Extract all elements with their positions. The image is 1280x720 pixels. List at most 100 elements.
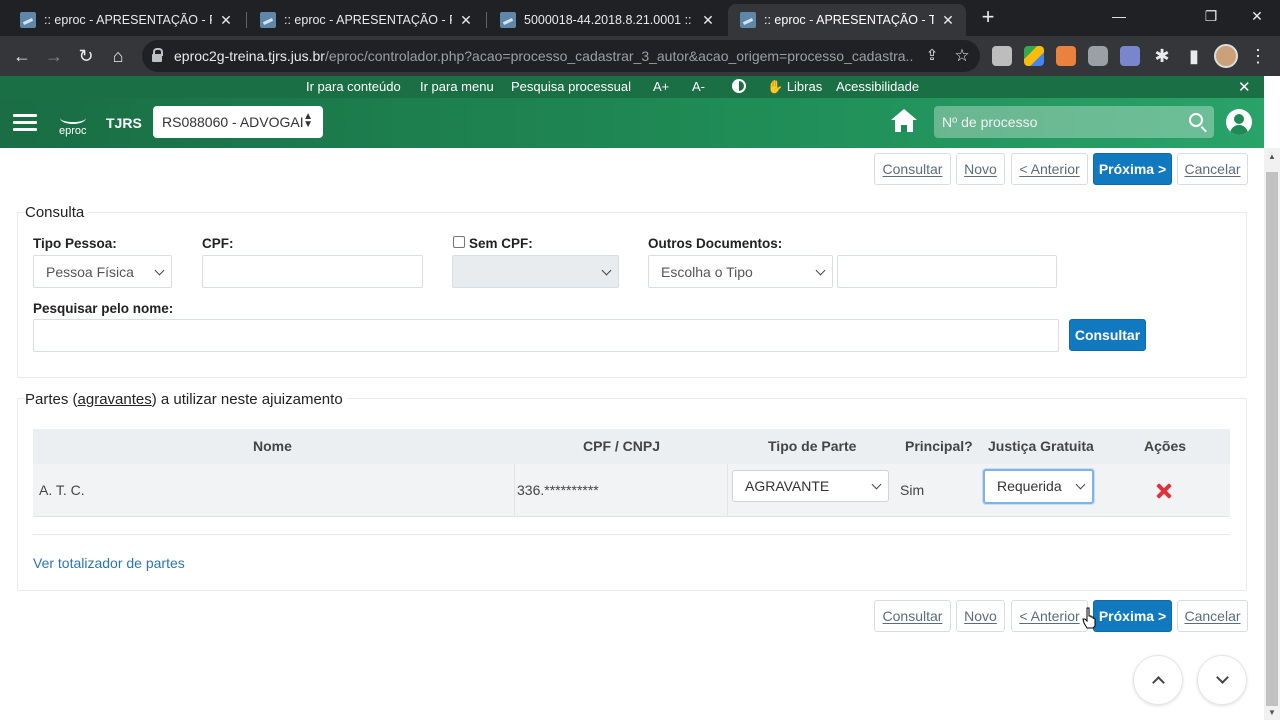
url-path: /eproc/controlador.php?acao=processo_cad…	[324, 48, 914, 64]
lock-icon	[152, 48, 163, 62]
outros-documentos-input[interactable]	[837, 255, 1057, 288]
link-acessibilidade[interactable]: Acessibilidade	[836, 79, 919, 94]
tipo-parte-select[interactable]: AGRAVANTE	[732, 470, 889, 502]
scroll-bottom-button[interactable]	[1197, 655, 1247, 705]
libras-link[interactable]: ✋ Libras	[767, 79, 822, 95]
eproc-logo: eproc	[56, 106, 90, 140]
justica-gratuita-value: Requerida	[997, 478, 1062, 494]
extension-4-icon[interactable]	[1088, 46, 1108, 66]
browser-tab-title: :: eproc - APRESENTAÇÃO - RS - |	[44, 13, 212, 27]
eproc-favicon-icon	[20, 12, 36, 28]
partes-table-header: Nome CPF / CNPJ Tipo de Parte Principal?…	[33, 429, 1230, 464]
agravantes-link[interactable]: agravantes	[78, 391, 152, 408]
justica-gratuita-select[interactable]: Requerida	[983, 469, 1094, 504]
cancelar-button-top[interactable]: Cancelar	[1177, 153, 1248, 185]
outros-documentos-select[interactable]: Escolha o Tipo	[648, 255, 833, 288]
tipo-pessoa-select[interactable]: Pessoa Física	[33, 255, 172, 288]
chevron-down-icon	[871, 479, 882, 490]
share-icon[interactable]: ⇪	[920, 44, 944, 68]
org-name: TJRS	[106, 115, 142, 131]
sem-cpf-label: Sem CPF:	[469, 236, 533, 251]
close-tab-icon[interactable]: ✕	[458, 12, 474, 29]
tab-divider	[246, 12, 247, 28]
tipo-pessoa-label: Tipo Pessoa:	[33, 236, 117, 251]
browser-tab-4-active[interactable]: :: eproc - APRESENTAÇÃO - TJRS ✕	[728, 4, 966, 36]
browser-menu-icon[interactable]: ⋮	[1246, 44, 1270, 68]
search-icon[interactable]	[1189, 113, 1203, 127]
link-ir-para-menu[interactable]: Ir para menu	[420, 79, 494, 94]
role-select-value: RS088060 - ADVOGAI	[162, 114, 304, 130]
browser-tab-title: 5000018-44.2018.8.21.0001 :: epr	[524, 13, 694, 27]
scroll-up-arrow-icon[interactable]: ▲	[1267, 152, 1277, 162]
sem-cpf-checkbox[interactable]	[453, 236, 465, 248]
proxima-button-bottom[interactable]: Próxima >	[1093, 600, 1172, 632]
proxima-button-top[interactable]: Próxima >	[1093, 153, 1172, 185]
hamburger-menu-icon[interactable]	[13, 114, 37, 132]
extension-3-icon[interactable]	[1056, 46, 1076, 66]
browser-tab-title: :: eproc - APRESENTAÇÃO - RS - |	[284, 13, 452, 27]
close-tab-icon[interactable]: ✕	[218, 12, 234, 29]
restore-window-button[interactable]: ❐	[1188, 4, 1234, 28]
anterior-button-bottom[interactable]: < Anterior	[1011, 600, 1088, 632]
cpf-input[interactable]	[202, 255, 423, 288]
consultar-nome-button[interactable]: Consultar	[1069, 319, 1146, 351]
extension-1-icon[interactable]	[992, 46, 1012, 66]
url-text[interactable]: eproc2g-treina.tjrs.jus.br/eproc/control…	[174, 48, 914, 64]
home-browser-icon[interactable]: ⌂	[106, 44, 130, 68]
increase-font-button[interactable]: A+	[653, 79, 669, 94]
browser-profile-avatar[interactable]	[1214, 44, 1238, 68]
home-icon[interactable]	[891, 109, 917, 133]
browser-tab-3[interactable]: 5000018-44.2018.8.21.0001 :: epr ✕	[488, 4, 726, 36]
minimize-window-button[interactable]: —	[1096, 4, 1142, 28]
role-select[interactable]: RS088060 - ADVOGAI ▲ ▼	[153, 106, 323, 138]
consultar-button-top[interactable]: Consultar	[874, 153, 951, 185]
close-accessibility-bar-icon[interactable]: ✕	[1238, 78, 1251, 96]
link-ir-para-conteudo[interactable]: Ir para conteúdo	[306, 79, 401, 94]
user-account-icon[interactable]	[1226, 109, 1252, 135]
scrollbar-thumb[interactable]	[1266, 172, 1278, 706]
browser-tab-title: :: eproc - APRESENTAÇÃO - TJRS	[764, 13, 934, 27]
anterior-button-top[interactable]: < Anterior	[1011, 153, 1088, 185]
delete-parte-icon[interactable]	[1155, 482, 1173, 500]
scroll-down-arrow-icon[interactable]: ▼	[1267, 708, 1277, 718]
reload-icon[interactable]: ↻	[74, 44, 98, 68]
link-pesquisa-processual[interactable]: Pesquisa processual	[511, 79, 631, 94]
sem-cpf-select[interactable]	[452, 255, 619, 288]
novo-button-bottom[interactable]: Novo	[956, 600, 1005, 632]
outros-documentos-label: Outros Documentos:	[648, 236, 783, 251]
extension-5-icon[interactable]	[1120, 46, 1140, 66]
close-tab-icon[interactable]: ✕	[940, 12, 956, 29]
contrast-icon[interactable]	[732, 79, 746, 93]
browser-tab-strip: :: eproc - APRESENTAÇÃO - RS - | ✕ :: ep…	[0, 0, 1280, 36]
close-window-button[interactable]: ✕	[1234, 4, 1280, 28]
col-principal-header: Principal?	[905, 438, 973, 454]
eproc-favicon-icon	[740, 12, 756, 28]
eproc-favicon-icon	[260, 12, 276, 28]
cancelar-button-bottom[interactable]: Cancelar	[1177, 600, 1248, 632]
novo-button-top[interactable]: Novo	[956, 153, 1005, 185]
back-arrow-icon[interactable]: ←	[10, 44, 34, 68]
libras-label: Libras	[786, 79, 823, 94]
col-cpf-cnpj-header: CPF / CNPJ	[583, 438, 661, 454]
browser-tab-2[interactable]: :: eproc - APRESENTAÇÃO - RS - | ✕	[248, 4, 484, 36]
extensions-puzzle-icon[interactable]: ✱	[1150, 44, 1174, 68]
close-tab-icon[interactable]: ✕	[700, 12, 716, 29]
decrease-font-button[interactable]: A-	[692, 79, 705, 94]
col-tipo-parte-header: Tipo de Parte	[768, 438, 857, 454]
scroll-top-button[interactable]	[1133, 655, 1183, 705]
process-number-search-input[interactable]	[934, 106, 1214, 138]
google-drive-icon[interactable]	[1024, 46, 1044, 66]
address-bar[interactable]: eproc2g-treina.tjrs.jus.br/eproc/control…	[142, 40, 980, 72]
side-panel-icon[interactable]: ▮	[1182, 44, 1206, 68]
browser-tab-1[interactable]: :: eproc - APRESENTAÇÃO - RS - | ✕	[8, 4, 244, 36]
ver-totalizador-partes-link[interactable]: Ver totalizador de partes	[33, 555, 185, 571]
new-tab-button[interactable]: +	[976, 6, 1000, 30]
tipo-parte-value: AGRAVANTE	[745, 478, 830, 494]
consultar-button-bottom[interactable]: Consultar	[874, 600, 951, 632]
logo-text: eproc	[59, 125, 87, 137]
bookmark-star-icon[interactable]: ☆	[950, 44, 974, 68]
chevron-down-icon	[1216, 671, 1229, 684]
forward-arrow-icon[interactable]: →	[42, 44, 66, 68]
pesquisar-nome-input[interactable]	[33, 319, 1059, 352]
column-divider	[514, 464, 515, 517]
